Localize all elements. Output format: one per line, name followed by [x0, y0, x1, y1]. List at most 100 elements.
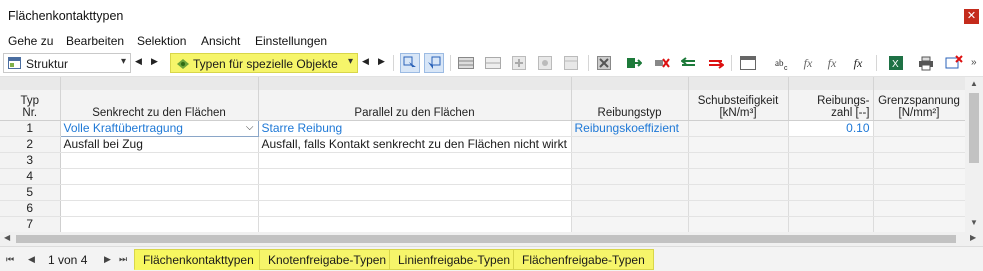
function-table-icon[interactable]: fx [848, 53, 868, 73]
grenz-cell[interactable] [873, 152, 966, 169]
senkrecht-cell[interactable] [60, 200, 259, 217]
parallel-cell[interactable] [258, 200, 572, 217]
select-icon[interactable] [400, 53, 420, 73]
reibungstyp-cell[interactable]: Reibungskoeffizient [571, 120, 689, 137]
chevron-down-icon[interactable]: ⌵ [246, 122, 254, 133]
reibungstyp-cell[interactable] [571, 216, 689, 232]
header-parallel[interactable]: Parallel zu den Flächen [258, 90, 572, 121]
grenz-cell[interactable] [873, 184, 966, 201]
move-left-icon[interactable] [679, 53, 699, 73]
column-icon[interactable] [738, 53, 758, 73]
delete-icon[interactable] [594, 53, 614, 73]
grenz-cell[interactable] [873, 200, 966, 217]
next-arrow-icon[interactable]: ▶ [151, 56, 158, 67]
header-senkrecht[interactable]: Senkrecht zu den Flächen [60, 90, 259, 121]
types-combo[interactable]: Typen für spezielle Objekte ▾ [170, 53, 358, 73]
abc-icon[interactable]: ab c [772, 53, 792, 73]
menu-bearbeiten[interactable]: Bearbeiten [66, 34, 124, 48]
header-reibungstyp[interactable]: Reibungstyp [571, 90, 689, 121]
scroll-thumb[interactable] [16, 235, 956, 243]
senkrecht-cell[interactable]: Ausfall bei Zug [60, 136, 259, 153]
table-row[interactable]: 6 [0, 200, 966, 217]
table-icon[interactable] [456, 53, 476, 73]
table-row[interactable]: 3 [0, 152, 966, 169]
insert-row-icon[interactable] [483, 53, 503, 73]
prev-page-icon[interactable]: ◀ [28, 254, 35, 265]
schub-cell[interactable] [688, 184, 789, 201]
menu-einstellungen[interactable]: Einstellungen [255, 34, 327, 48]
reibungstyp-cell[interactable] [571, 168, 689, 185]
table-row[interactable]: 4 [0, 168, 966, 185]
senkrecht-cell[interactable] [60, 184, 259, 201]
move-right-icon[interactable] [706, 53, 726, 73]
menu-gehe-zu[interactable]: Gehe zu [8, 34, 53, 48]
senkrecht-cell[interactable] [60, 168, 259, 185]
select-box-icon[interactable] [424, 53, 444, 73]
prev-arrow-icon[interactable]: ◀ [135, 56, 142, 67]
scroll-up-icon[interactable]: ▲ [970, 79, 978, 88]
parallel-cell[interactable] [258, 152, 572, 169]
senkrecht-cell[interactable]: Volle Kraftübertragung ⌵ [59, 119, 259, 137]
header-grenzspannung[interactable]: Grenzspannung [N/mm²] [873, 90, 966, 121]
reibungstyp-cell[interactable] [571, 152, 689, 169]
scroll-left-icon[interactable]: ◀ [4, 233, 10, 242]
excel-icon[interactable]: X [886, 53, 906, 73]
prev-arrow-icon[interactable]: ◀ [362, 56, 369, 67]
table-row[interactable]: 1 Volle Kraftübertragung ⌵ Starre Reibung… [0, 119, 966, 137]
schub-cell[interactable] [688, 120, 789, 137]
structure-combo[interactable]: Struktur ▾ [3, 53, 131, 73]
import-icon[interactable] [624, 53, 644, 73]
parallel-cell[interactable] [258, 184, 572, 201]
overflow-icon[interactable]: » [971, 57, 977, 68]
schub-cell[interactable] [688, 152, 789, 169]
scroll-right-icon[interactable]: ▶ [970, 233, 976, 242]
table-row[interactable]: 7 [0, 216, 966, 232]
header-reibungszahl[interactable]: Reibungs- zahl [--] [788, 90, 874, 121]
tab-linienfreigabe-typen[interactable]: Linienfreigabe-Typen [389, 249, 520, 270]
senkrecht-cell[interactable] [60, 152, 259, 169]
zahl-cell[interactable] [788, 184, 874, 201]
print-icon[interactable] [916, 53, 936, 73]
function-edit-icon[interactable]: fx [822, 53, 842, 73]
tab-flaechenfreigabe-typen[interactable]: Flächenfreigabe-Typen [513, 249, 654, 270]
function-icon[interactable]: fx [798, 53, 818, 73]
vertical-scrollbar[interactable]: ▲ ▼ [965, 77, 983, 232]
header-nr[interactable]: Typ Nr. [0, 90, 61, 121]
header-schubsteifigkeit[interactable]: Schubsteifigkeit [kN/m³] [688, 90, 789, 121]
zahl-cell[interactable] [788, 216, 874, 232]
add-icon[interactable] [509, 53, 529, 73]
grenz-cell[interactable] [873, 120, 966, 137]
menu-selektion[interactable]: Selektion [137, 34, 186, 48]
parallel-cell[interactable] [258, 216, 572, 232]
zahl-cell[interactable] [788, 152, 874, 169]
schub-cell[interactable] [688, 168, 789, 185]
table-edit-icon[interactable] [561, 53, 581, 73]
grenz-cell[interactable] [873, 136, 966, 153]
schub-cell[interactable] [688, 216, 789, 232]
remove-icon[interactable] [652, 53, 672, 73]
settings-icon[interactable] [944, 53, 964, 73]
menu-ansicht[interactable]: Ansicht [201, 34, 240, 48]
zahl-cell[interactable] [788, 168, 874, 185]
zahl-cell[interactable]: 0.10 [788, 120, 874, 137]
close-icon[interactable]: ✕ [964, 9, 979, 24]
next-arrow-icon[interactable]: ▶ [378, 56, 385, 67]
tab-flaechenkontakttypen[interactable]: Flächenkontakttypen [134, 249, 263, 270]
parallel-cell[interactable] [258, 168, 572, 185]
tab-knotenfreigabe-typen[interactable]: Knotenfreigabe-Typen [259, 249, 396, 270]
scroll-thumb[interactable] [969, 93, 979, 163]
first-page-icon[interactable]: ⏮ [6, 254, 14, 265]
reibungstyp-cell[interactable] [571, 136, 689, 153]
zahl-cell[interactable] [788, 200, 874, 217]
grid-icon[interactable] [535, 53, 555, 73]
table-row[interactable]: 5 [0, 184, 966, 201]
zahl-cell[interactable] [788, 136, 874, 153]
grenz-cell[interactable] [873, 216, 966, 232]
reibungstyp-cell[interactable] [571, 184, 689, 201]
senkrecht-cell[interactable] [60, 216, 259, 232]
parallel-cell[interactable]: Ausfall, falls Kontakt senkrecht zu den … [258, 136, 572, 153]
table-row[interactable]: 2 Ausfall bei Zug Ausfall, falls Kontakt… [0, 136, 966, 153]
grenz-cell[interactable] [873, 168, 966, 185]
parallel-cell[interactable]: Starre Reibung [258, 120, 572, 137]
schub-cell[interactable] [688, 200, 789, 217]
